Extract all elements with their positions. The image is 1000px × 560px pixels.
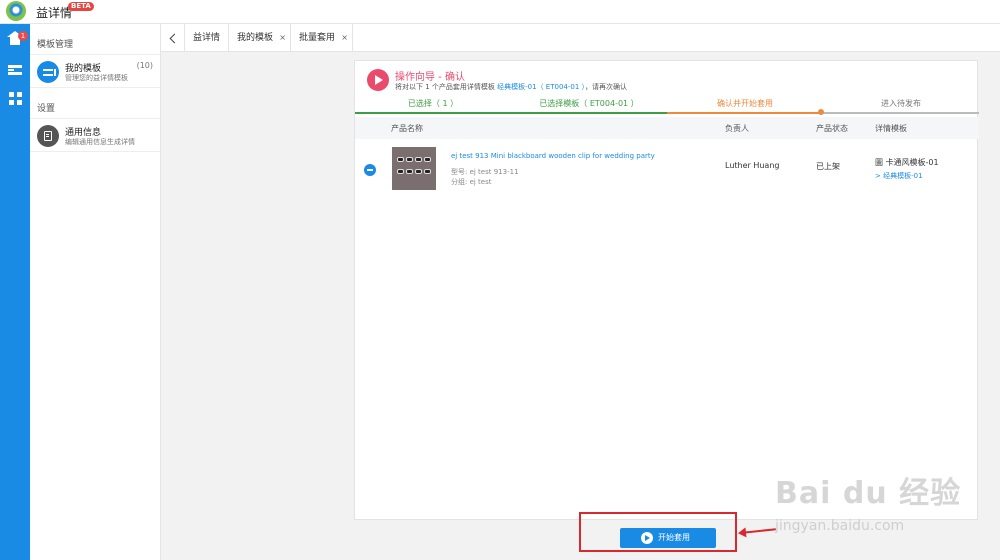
close-icon[interactable]: ×: [279, 24, 286, 52]
wizard-steps: 已选择（ 1 ） 已选择模板（ ET004-01 ） 确认并开始套用 进入待发布: [355, 95, 979, 115]
start-apply-label: 开始套用: [658, 533, 690, 542]
progress-dot: [818, 109, 824, 115]
step-confirm: 确认并开始套用: [717, 99, 773, 108]
sidebar-item-my-templates[interactable]: 我的模板 (10) 管理您的益详情模板: [30, 54, 160, 88]
progress-done-line: [355, 112, 667, 114]
apps-grid-icon[interactable]: [5, 88, 25, 108]
product-status: 已上架: [816, 162, 840, 171]
step-selected: 已选择（ 1 ）: [407, 99, 459, 108]
tab-label: 批量套用: [299, 33, 336, 43]
current-template: 圖 卡通风模板-01: [875, 158, 939, 167]
product-owner: Luther Huang: [725, 161, 780, 170]
wizard-description: 将对以下 1 个产品套用详情模板 经典模板-01（ ET004-01 ），请再次…: [395, 82, 627, 92]
watermark-url: jingyan.baidu.com: [775, 518, 905, 534]
sidebar-item-general-info[interactable]: 通用信息 编辑通用信息生成详情: [30, 118, 160, 152]
tab-home[interactable]: 益详情: [185, 24, 229, 52]
product-model: 型号: ej test 913-11: [451, 168, 519, 176]
col-owner: 负责人: [725, 124, 749, 133]
sidebar-section-settings: 设置: [37, 104, 56, 114]
home-icon[interactable]: 1: [5, 31, 28, 52]
tab-my-templates[interactable]: 我的模板 ×: [229, 24, 291, 52]
progress-todo-line: [821, 112, 979, 114]
back-button[interactable]: [161, 24, 185, 52]
template-count: (10): [136, 61, 153, 70]
template-list-icon: [37, 61, 59, 83]
watermark-brand: Bai du 经验: [775, 476, 962, 511]
product-name-link[interactable]: ej test 913 Mini blackboard wooden clip …: [451, 152, 655, 160]
col-product-name: 产品名称: [391, 124, 423, 133]
col-template: 详情模板: [875, 124, 907, 133]
play-circle-icon: [367, 69, 389, 91]
step-template: 已选择模板（ ET004-01 ）: [539, 99, 639, 108]
document-icon: [37, 125, 59, 147]
desc-suffix: ，请再次确认: [585, 83, 628, 91]
sidebar-item-subtitle: 管理您的益详情模板: [65, 74, 128, 82]
template-link[interactable]: 经典模板-01（ ET004-01 ）: [497, 83, 585, 91]
notification-badge: 1: [18, 31, 28, 41]
beta-badge: BETA: [68, 2, 94, 11]
sidebar: 模板管理 我的模板 (10) 管理您的益详情模板 设置 通用信息 编辑通用信息生…: [30, 24, 161, 560]
app-logo-icon: [6, 1, 26, 21]
play-icon: [641, 532, 653, 544]
product-group: 分组: ej test: [451, 178, 492, 186]
tab-batch-apply[interactable]: 批量套用 ×: [291, 24, 353, 52]
table-header: 产品名称 负责人 产品状态 详情模板: [355, 117, 979, 139]
chevron-left-icon: [169, 33, 179, 43]
top-bar: 益详情 BETA: [0, 0, 1000, 24]
progress-current-line: [667, 112, 821, 114]
table-row: ej test 913 Mini blackboard wooden clip …: [355, 141, 979, 201]
step-publish: 进入待发布: [881, 99, 921, 108]
tab-label: 益详情: [193, 33, 221, 43]
icon-rail: 1: [0, 24, 30, 560]
close-icon[interactable]: ×: [341, 24, 348, 52]
wizard-title: 操作向导 - 确认: [395, 72, 465, 83]
desc-prefix: 将对以下 1 个产品套用详情模板: [395, 83, 498, 91]
sidebar-section-templates: 模板管理: [37, 40, 74, 50]
app-title: 益详情: [36, 6, 73, 20]
start-apply-button[interactable]: 开始套用: [620, 528, 716, 548]
tab-label: 我的模板: [237, 33, 274, 43]
watermark: Bai du 经验 jingyan.baidu.com: [765, 460, 965, 550]
tab-bar: 益详情 我的模板 × 批量套用 ×: [161, 24, 1000, 52]
product-thumbnail: [392, 147, 436, 190]
templates-icon[interactable]: [5, 60, 25, 80]
wizard-panel: 操作向导 - 确认 将对以下 1 个产品套用详情模板 经典模板-01（ ET00…: [354, 60, 979, 520]
col-status: 产品状态: [816, 124, 848, 133]
sidebar-item-subtitle: 编辑通用信息生成详情: [65, 138, 135, 146]
new-template-link[interactable]: > 经典模板-01: [875, 171, 923, 181]
remove-icon[interactable]: [364, 164, 376, 176]
